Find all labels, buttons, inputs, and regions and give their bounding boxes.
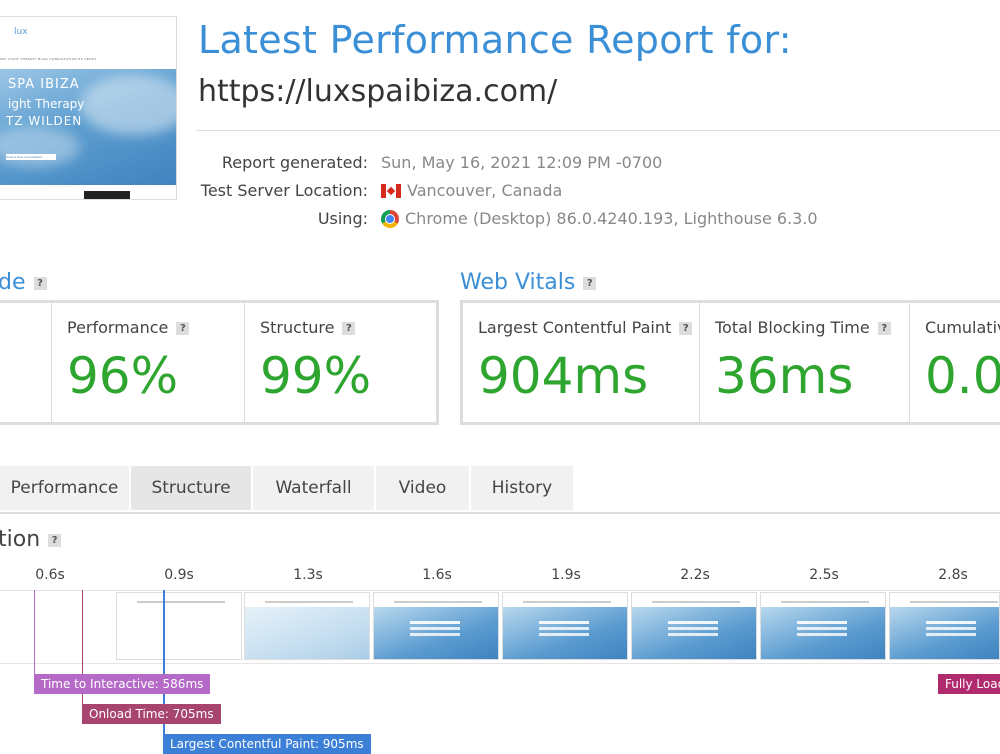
filmstrip-frame[interactable] (116, 592, 242, 660)
filmstrip-tick: 2.2s (680, 567, 710, 583)
thumbnail-logo: lux (14, 27, 28, 37)
report-url[interactable]: https://luxspaibiza.com/ (198, 74, 557, 109)
using-value: Chrome (Desktop) 86.0.4240.193, Lighthou… (381, 209, 818, 228)
help-icon[interactable]: ? (583, 277, 597, 290)
filmstrip-frame[interactable] (889, 592, 1000, 660)
performance-value: 96% (67, 347, 179, 405)
tbt-value: 36ms (715, 347, 854, 405)
lcp-marker: Largest Contentful Paint: 905ms (163, 734, 371, 754)
test-location-value: Vancouver, Canada (381, 181, 562, 200)
lcp-label-text: Largest Contentful Paint (478, 318, 672, 337)
help-icon[interactable]: ? (679, 322, 693, 335)
filmstrip-frame[interactable] (244, 592, 370, 660)
structure-value: 99% (260, 347, 372, 405)
structure-label: Structure? (260, 318, 356, 337)
tti-marker: Time to Interactive: 586ms (34, 674, 211, 694)
report-generated-label: Report generated: (221, 153, 368, 172)
performance-score: Performance? 96% (52, 303, 244, 422)
tab-video[interactable]: Video (376, 466, 471, 510)
thumbnail-hero-line: TZ WILDEN (6, 114, 83, 128)
test-location-label: Test Server Location: (200, 181, 368, 200)
filmstrip-tick: 1.9s (551, 567, 581, 583)
filmstrip-tick: 1.3s (293, 567, 323, 583)
filmstrip-tick: 2.8s (938, 567, 968, 583)
filmstrip-heading: tion? (0, 527, 62, 552)
canada-flag-icon (381, 184, 401, 198)
cls-score: Cumulativ 0.0 (910, 303, 1000, 422)
onload-marker: Onload Time: 705ms (82, 704, 221, 724)
filmstrip-frame[interactable] (631, 592, 757, 660)
thumbnail-footer (0, 185, 176, 199)
lcp-label: Largest Contentful Paint? (478, 318, 693, 337)
page-title: Latest Performance Report for: (198, 18, 792, 62)
lcp-score: Largest Contentful Paint? 904ms (463, 303, 699, 422)
filmstrip-tick: 1.6s (422, 567, 452, 583)
web-vitals-box: Largest Contentful Paint? 904ms Total Bl… (460, 300, 1000, 425)
tbt-score: Total Blocking Time? 36ms (700, 303, 909, 422)
report-tabs: Performance Structure Waterfall Video Hi… (0, 466, 1000, 514)
tab-performance[interactable]: Performance (0, 466, 131, 510)
chrome-icon (381, 210, 399, 228)
grade-heading-text: de (0, 270, 26, 295)
tbt-label: Total Blocking Time? (715, 318, 891, 337)
tbt-label-text: Total Blocking Time (715, 318, 870, 337)
structure-score: Structure? 99% (245, 303, 435, 422)
thumbnail-hero-line: SPA IBIZA (8, 77, 80, 92)
report-generated-value: Sun, May 16, 2021 12:09 PM -0700 (381, 153, 663, 172)
cls-value: 0.0 (925, 347, 1000, 405)
web-vitals-heading-text: Web Vitals (460, 270, 576, 295)
tab-waterfall[interactable]: Waterfall (253, 466, 376, 510)
grade-box: Performance? 96% Structure? 99% (0, 300, 439, 425)
web-vitals-heading: Web Vitals? (460, 270, 597, 295)
filmstrip-frame[interactable] (373, 592, 499, 660)
filmstrip-frame[interactable] (502, 592, 628, 660)
header-divider (196, 130, 1000, 131)
help-icon[interactable]: ? (342, 322, 356, 335)
performance-label-text: Performance (67, 318, 169, 337)
site-screenshot-thumbnail: lux SPA LIGHT THERAPY BLOG CONSULTATION … (0, 16, 177, 200)
grade-heading: de? (0, 270, 47, 295)
thumbnail-nav: lux SPA LIGHT THERAPY BLOG CONSULTATION … (0, 17, 176, 69)
filmstrip-heading-text: tion (0, 527, 41, 552)
thumbnail-cta: book a free consultation (6, 154, 56, 160)
help-icon[interactable]: ? (48, 534, 62, 547)
help-icon[interactable]: ? (877, 322, 891, 335)
filmstrip-frame[interactable] (760, 592, 886, 660)
test-location-text: Vancouver, Canada (407, 181, 563, 200)
filmstrip-tick: 0.6s (35, 567, 65, 583)
help-icon[interactable]: ? (33, 277, 47, 290)
filmstrip-tick: 2.5s (809, 567, 839, 583)
cls-label: Cumulativ (925, 318, 1000, 337)
performance-label: Performance? (67, 318, 190, 337)
using-text: Chrome (Desktop) 86.0.4240.193, Lighthou… (405, 209, 818, 228)
tab-structure[interactable]: Structure (131, 466, 253, 510)
fully-loaded-marker: Fully Load (938, 674, 1000, 694)
filmstrip-tick: 0.9s (164, 567, 194, 583)
thumbnail-hero-line: ight Therapy (8, 97, 85, 111)
help-icon[interactable]: ? (176, 322, 190, 335)
tab-history[interactable]: History (471, 466, 575, 510)
lcp-value: 904ms (478, 347, 649, 405)
thumbnail-nav-text: SPA LIGHT THERAPY BLOG CONSULTATION ES A… (0, 57, 97, 61)
structure-label-text: Structure (260, 318, 335, 337)
using-label: Using: (317, 209, 368, 228)
tti-line (34, 590, 35, 680)
